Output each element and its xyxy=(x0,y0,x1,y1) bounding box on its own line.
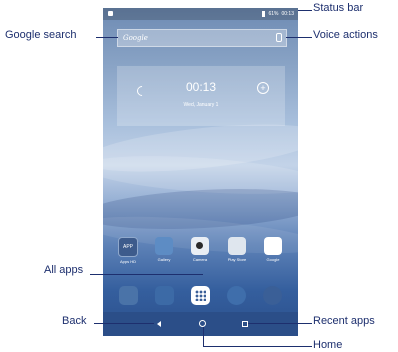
google-search-bar[interactable]: Google xyxy=(117,29,287,47)
app-label: Gallery xyxy=(157,257,171,262)
app-label: Apps HD xyxy=(119,259,136,264)
status-time: 00:13 xyxy=(281,11,294,17)
clock-widget[interactable]: 00:13 Wed, January 1 + xyxy=(117,66,285,126)
leader-line xyxy=(248,323,312,324)
add-alarm-icon[interactable]: + xyxy=(257,82,269,94)
microphone-icon[interactable] xyxy=(276,33,282,42)
callout-all-apps: All apps xyxy=(44,264,84,276)
status-bar[interactable]: 61% 00:13 xyxy=(103,8,298,20)
app-label: Google xyxy=(266,257,280,262)
leader-line xyxy=(90,274,203,275)
callout-google-search: Google search xyxy=(5,29,77,41)
notification-icon xyxy=(108,11,113,16)
recent-apps-icon[interactable] xyxy=(242,321,248,327)
leader-line xyxy=(286,37,312,38)
app-google[interactable]: Google xyxy=(260,237,286,262)
apps-hd-icon: APP xyxy=(118,237,138,257)
camera-icon xyxy=(191,237,209,255)
dock xyxy=(103,286,298,308)
contacts-icon[interactable] xyxy=(119,286,138,305)
google-folder-icon xyxy=(264,237,282,255)
music-icon[interactable] xyxy=(263,286,282,305)
leader-line xyxy=(96,37,118,38)
google-logo: Google xyxy=(123,34,148,42)
leader-line xyxy=(298,10,312,11)
play-store-icon xyxy=(228,237,246,255)
navigation-bar xyxy=(103,312,298,336)
leader-line xyxy=(94,323,154,324)
app-apps-hd[interactable]: APP Apps HD xyxy=(115,237,141,264)
callout-voice-actions: Voice actions xyxy=(313,29,378,41)
battery-level: 61% xyxy=(268,11,279,17)
status-bar-right: 61% 00:13 xyxy=(262,9,294,19)
app-camera[interactable]: Camera xyxy=(187,237,213,262)
callout-recent-apps: Recent apps xyxy=(313,315,375,327)
callout-back: Back xyxy=(62,315,87,327)
battery-icon xyxy=(262,11,266,17)
grid-dots xyxy=(195,290,206,301)
app-label: Camera xyxy=(192,257,208,262)
leader-line xyxy=(203,327,204,347)
callout-status-bar: Status bar xyxy=(313,2,364,14)
all-apps-icon[interactable] xyxy=(191,286,210,305)
app-shortcuts-row: APP Apps HD Gallery Camera Play Store Go… xyxy=(103,237,298,271)
app-gallery[interactable]: Gallery xyxy=(151,237,177,262)
home-icon[interactable] xyxy=(199,320,206,327)
back-icon[interactable] xyxy=(157,321,161,327)
widget-date: Wed, January 1 xyxy=(183,102,219,108)
leader-line xyxy=(203,346,312,347)
app-play-store[interactable]: Play Store xyxy=(224,237,250,262)
browser-icon[interactable] xyxy=(227,286,246,305)
phone-screen: 61% 00:13 Google 00:13 Wed, January 1 + … xyxy=(103,8,298,336)
callout-home: Home xyxy=(313,339,343,351)
app-label: Play Store xyxy=(227,257,247,262)
gallery-icon xyxy=(155,237,173,255)
mail-icon[interactable] xyxy=(155,286,174,305)
